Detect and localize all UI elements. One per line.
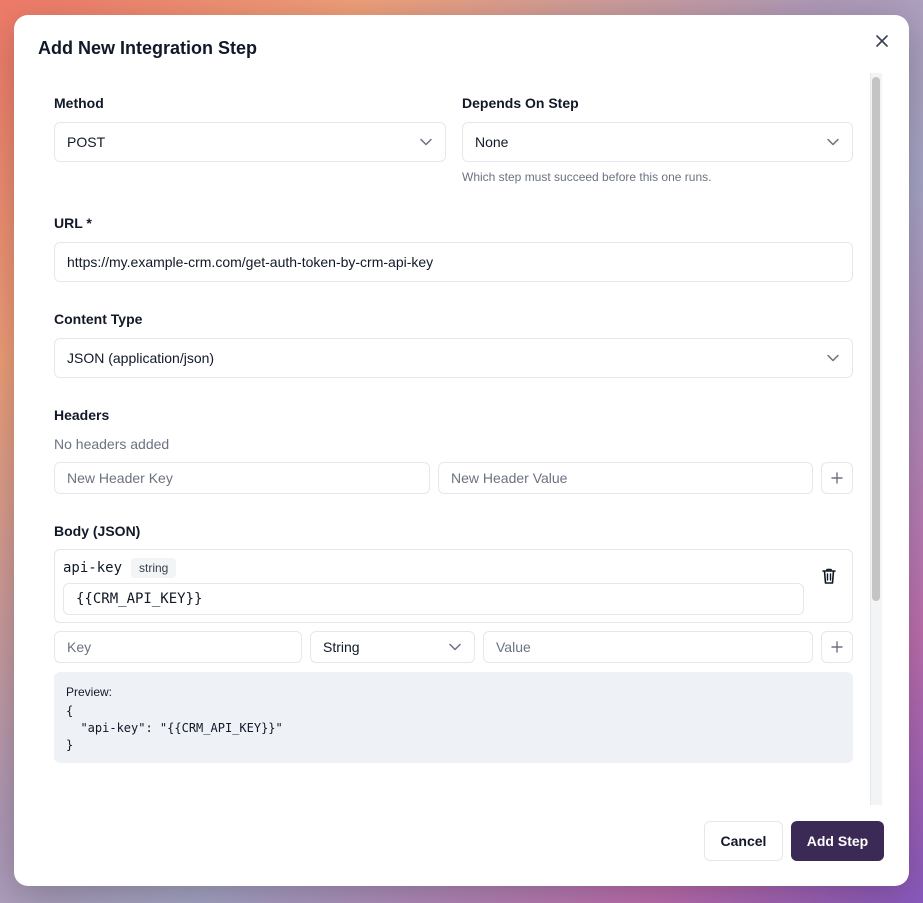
body-label: Body (JSON) (54, 523, 141, 539)
chevron-down-icon (419, 135, 433, 149)
close-icon[interactable] (876, 35, 888, 47)
trash-icon (822, 568, 836, 584)
header-key-input[interactable]: New Header Key (54, 462, 430, 494)
new-type-select[interactable]: String (310, 631, 475, 663)
preview-title: Preview: (66, 685, 113, 699)
url-label: URL * (54, 215, 92, 231)
add-header-button[interactable] (821, 462, 853, 494)
body-entry-value: {{CRM_API_KEY}} (76, 591, 203, 607)
json-preview: Preview: { "api-key": "{{CRM_API_KEY}}" … (54, 672, 853, 763)
body-entry-card: api-key string {{CRM_API_KEY}} (54, 549, 853, 623)
header-value-input[interactable]: New Header Value (438, 462, 813, 494)
integration-step-dialog: Add New Integration Step Method POST Dep… (14, 15, 909, 886)
new-type-value: String (323, 639, 360, 655)
depends-on-helper-text: Which step must succeed before this one … (462, 170, 712, 184)
chevron-down-icon (826, 135, 840, 149)
scrollbar-thumb[interactable] (872, 77, 880, 601)
content-type-select[interactable]: JSON (application/json) (54, 338, 853, 378)
url-input[interactable]: https://my.example-crm.com/get-auth-toke… (54, 242, 853, 282)
chevron-down-icon (826, 351, 840, 365)
headers-empty-text: No headers added (54, 436, 170, 452)
add-step-button[interactable]: Add Step (791, 821, 884, 861)
body-entry-value-input[interactable]: {{CRM_API_KEY}} (63, 583, 804, 615)
depends-on-label: Depends On Step (462, 95, 579, 111)
cancel-button[interactable]: Cancel (704, 821, 783, 861)
new-key-placeholder: Key (67, 639, 92, 655)
content-type-value: JSON (application/json) (67, 350, 215, 366)
depends-on-value: None (475, 134, 509, 150)
body-entry-type-badge: string (131, 558, 177, 578)
new-value-input[interactable]: Value (483, 631, 813, 663)
dialog-title: Add New Integration Step (38, 38, 258, 58)
depends-on-select[interactable]: None (462, 122, 853, 162)
method-value: POST (67, 134, 106, 150)
header-key-placeholder: New Header Key (67, 470, 173, 486)
body-entry-key: api-key (63, 560, 123, 576)
add-body-entry-button[interactable] (821, 631, 853, 663)
url-value: https://my.example-crm.com/get-auth-toke… (67, 254, 434, 270)
chevron-down-icon (448, 640, 462, 654)
method-label: Method (54, 95, 104, 111)
preview-code: { "api-key": "{{CRM_API_KEY}}" } (66, 704, 283, 752)
plus-icon (831, 472, 843, 484)
delete-entry-button[interactable] (821, 567, 837, 585)
plus-icon (831, 641, 843, 653)
content-type-label: Content Type (54, 311, 143, 327)
header-value-placeholder: New Header Value (451, 470, 568, 486)
method-select[interactable]: POST (54, 122, 446, 162)
new-key-input[interactable]: Key (54, 631, 302, 663)
headers-label: Headers (54, 407, 110, 423)
close-button[interactable] (873, 32, 891, 50)
new-value-placeholder: Value (496, 639, 531, 655)
